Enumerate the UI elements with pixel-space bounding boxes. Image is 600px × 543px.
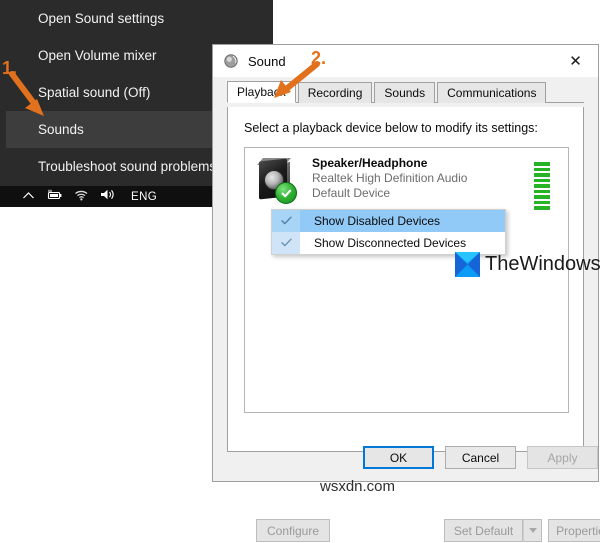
context-menu-item-show-disconnected-devices[interactable]: Show Disconnected Devices — [272, 232, 505, 254]
check-icon — [280, 215, 292, 227]
context-menu-item-label: Show Disconnected Devices — [314, 236, 467, 250]
speaker-device-icon — [255, 158, 297, 204]
device-name: Speaker/Headphone — [312, 156, 428, 170]
tab-recording[interactable]: Recording — [297, 82, 373, 103]
ok-button[interactable]: OK — [363, 446, 434, 469]
tab-playback[interactable]: Playback — [227, 81, 296, 103]
watermark-wsxdn: wsxdn.com — [320, 478, 396, 495]
configure-button[interactable]: Configure — [256, 519, 330, 542]
volume-level-meter — [534, 162, 550, 210]
thewindowsclub-logo-icon — [455, 252, 480, 277]
watermark-thewindowsclub: TheWindowsClub — [455, 252, 600, 277]
tab-label: Playback — [237, 85, 286, 99]
annotation-number-2: 2. — [311, 48, 327, 68]
tab-communications[interactable]: Communications — [437, 82, 547, 103]
default-device-check-icon — [275, 182, 297, 204]
set-default-dropdown-button[interactable] — [523, 519, 542, 542]
device-list-item-speaker-headphone[interactable]: Speaker/Headphone Realtek High Definitio… — [255, 156, 560, 212]
playback-device-list[interactable]: Speaker/Headphone Realtek High Definitio… — [244, 147, 569, 413]
apply-button[interactable]: Apply — [527, 446, 598, 469]
device-list-context-menu: Show Disabled Devices Show Disconnected … — [271, 209, 506, 255]
tab-sounds[interactable]: Sounds — [374, 82, 436, 103]
properties-button[interactable]: Properties — [548, 519, 600, 542]
panel-instruction: Select a playback device below to modify… — [244, 121, 538, 135]
battery-icon[interactable] — [46, 189, 63, 205]
device-driver: Realtek High Definition Audio — [312, 171, 468, 185]
close-icon[interactable]: ✕ — [553, 45, 598, 77]
device-text: Speaker/Headphone Realtek High Definitio… — [312, 156, 467, 201]
chevron-up-icon[interactable] — [22, 189, 35, 205]
wifi-icon[interactable] — [74, 189, 89, 205]
dialog-footer: OK Cancel Apply — [213, 435, 598, 481]
watermark-text: TheWindowsClub — [485, 253, 600, 275]
device-action-buttons: Configure Set Default Properties — [242, 519, 600, 543]
playback-panel: Select a playback device below to modify… — [227, 107, 600, 542]
flyout-item-open-sound-settings[interactable]: Open Sound settings — [6, 0, 273, 37]
flyout-item-label: Troubleshoot sound problems — [38, 159, 217, 174]
device-status: Default Device — [312, 186, 391, 200]
speaker-icon[interactable] — [100, 188, 116, 205]
checkmark-gutter — [272, 210, 300, 232]
context-menu-item-show-disabled-devices[interactable]: Show Disabled Devices — [272, 210, 505, 232]
tab-label: Recording — [307, 86, 363, 100]
flyout-item-label: Open Sound settings — [38, 11, 165, 26]
flyout-item-label: Open Volume mixer — [38, 48, 157, 63]
taskbar-tray-icons: ENG — [22, 188, 157, 205]
checkmark-gutter — [272, 232, 300, 254]
flyout-item-label: Spatial sound (Off) — [38, 85, 151, 100]
sound-app-icon — [223, 53, 239, 69]
context-menu-item-label: Show Disabled Devices — [314, 214, 441, 228]
dialog-title: Sound — [248, 53, 286, 69]
tab-label: Communications — [447, 86, 537, 100]
dialog-tabs: Playback Recording Sounds Communications — [213, 81, 598, 103]
tab-label: Sounds — [384, 86, 426, 100]
annotation-number-1: 1. — [2, 58, 18, 78]
cancel-button[interactable]: Cancel — [445, 446, 516, 469]
flyout-item-label: Sounds — [38, 122, 84, 137]
check-icon — [280, 237, 292, 249]
dialog-title-bar: Sound ✕ — [213, 45, 598, 77]
chevron-down-icon — [528, 528, 537, 533]
set-default-button[interactable]: Set Default — [444, 519, 523, 542]
language-indicator[interactable]: ENG — [131, 191, 157, 203]
